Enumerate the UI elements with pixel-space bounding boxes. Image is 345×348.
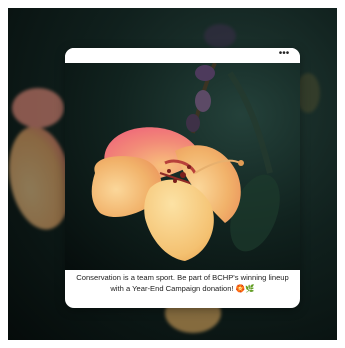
hibiscus-flower-illustration xyxy=(91,63,280,261)
card-header: ••• xyxy=(65,48,300,63)
post-background: ••• Conservation is a team sport. Be par… xyxy=(8,8,337,340)
post-card: ••• Conservation is a team sport. Be par… xyxy=(65,48,300,308)
flower-photo xyxy=(65,63,300,270)
more-horizontal-icon: ••• xyxy=(278,48,290,59)
more-options-button[interactable]: ••• xyxy=(276,49,292,61)
post-caption: Conservation is a team sport. Be part of… xyxy=(76,273,289,293)
